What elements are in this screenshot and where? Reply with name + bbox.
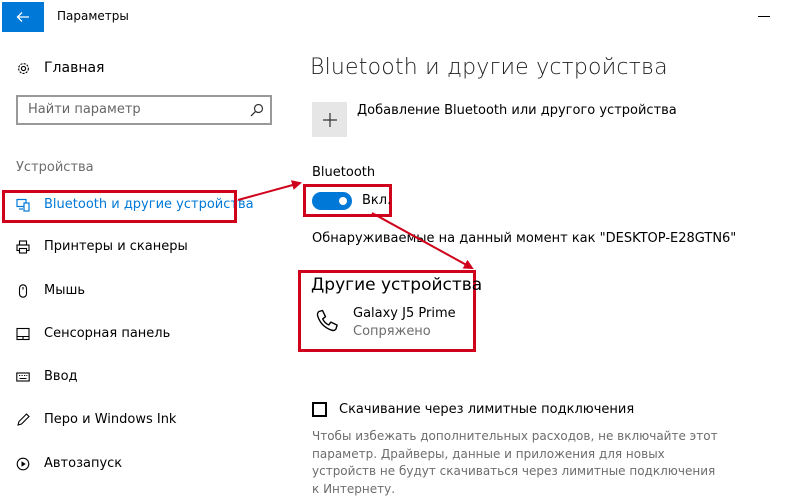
add-device-label[interactable]: Добавление Bluetooth или другого устройс…	[357, 103, 677, 118]
keyboard-icon	[16, 371, 30, 382]
sidebar-item-label: Сенсорная панель	[44, 326, 171, 341]
title-bar: Параметры	[0, 0, 801, 34]
home-link[interactable]: Главная	[16, 60, 104, 76]
section-label-devices: Устройства	[16, 160, 94, 175]
phone-icon	[316, 309, 338, 332]
sidebar-item-autoplay[interactable]: Автозапуск	[16, 456, 122, 471]
bluetooth-toggle[interactable]	[312, 192, 352, 210]
sidebar-item-label: Ввод	[44, 369, 78, 384]
toggle-knob	[339, 197, 347, 205]
sidebar-item-label: Автозапуск	[44, 456, 123, 471]
metered-label: Скачивание через лимитные подключения	[339, 402, 635, 417]
back-arrow-icon	[16, 12, 29, 22]
device-name: Galaxy J5 Prime	[353, 306, 456, 321]
sidebar-item-pen[interactable]: Перо и Windows Ink	[16, 412, 176, 427]
printer-icon	[16, 239, 30, 254]
device-status: Сопряжено	[353, 324, 431, 339]
sidebar-item-mouse[interactable]: Мышь	[16, 283, 85, 298]
search-input[interactable]: Найти параметр	[16, 95, 272, 125]
metered-checkbox[interactable]	[312, 402, 327, 417]
mouse-icon	[18, 283, 28, 298]
minimize-icon[interactable]	[758, 16, 770, 17]
back-button[interactable]	[2, 2, 44, 32]
sidebar-item-printers[interactable]: Принтеры и сканеры	[16, 239, 188, 254]
annotation-highlight-box	[2, 190, 237, 223]
window-title: Параметры	[57, 9, 129, 23]
metered-checkbox-row[interactable]: Скачивание через лимитные подключения	[312, 402, 634, 417]
plus-icon	[322, 112, 337, 127]
other-devices-title: Другие устройства	[311, 275, 483, 295]
sidebar-item-label: Принтеры и сканеры	[44, 239, 188, 254]
add-device-button[interactable]	[312, 102, 347, 137]
discoverable-text: Обнаруживаемые на данный момент как "DES…	[312, 231, 737, 246]
bluetooth-label: Bluetooth	[312, 165, 376, 180]
sidebar: Главная Найти параметр Устройства Blueto…	[0, 34, 290, 496]
sidebar-item-typing[interactable]: Ввод	[16, 369, 78, 384]
gear-icon	[18, 62, 29, 74]
sidebar-item-label: Перо и Windows Ink	[44, 412, 177, 427]
autoplay-icon	[16, 457, 30, 470]
page-title: Bluetooth и другие устройства	[310, 55, 668, 80]
toggle-state-label: Вкл.	[362, 193, 392, 208]
metered-description: Чтобы избежать дополнительных расходов, …	[312, 429, 718, 496]
home-label: Главная	[44, 60, 105, 76]
search-icon	[250, 103, 264, 117]
main-panel: Bluetooth и другие устройства Добавление…	[290, 34, 801, 496]
search-placeholder: Найти параметр	[28, 102, 141, 117]
sidebar-item-label: Мышь	[44, 283, 86, 298]
touchpad-icon	[16, 327, 30, 340]
sidebar-item-touchpad[interactable]: Сенсорная панель	[16, 326, 170, 341]
pen-icon	[17, 412, 30, 426]
